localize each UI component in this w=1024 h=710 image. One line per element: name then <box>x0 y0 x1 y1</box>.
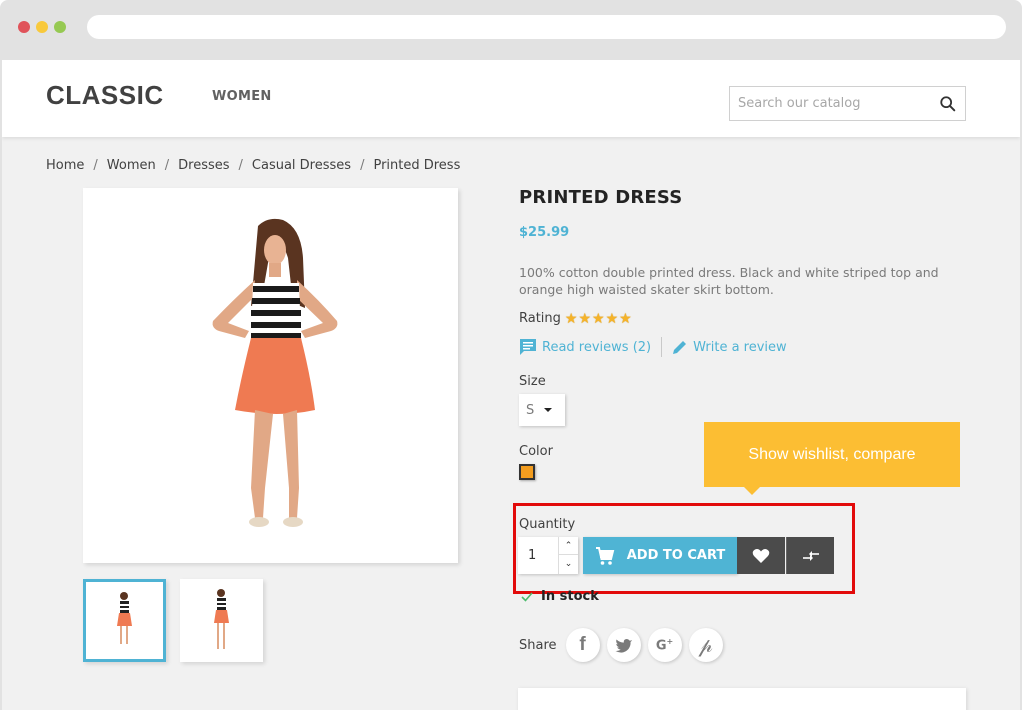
rating-label: Rating <box>519 311 561 326</box>
nav-item-women[interactable]: WOMEN <box>212 89 272 104</box>
model-figure-illustration <box>212 218 338 527</box>
check-icon <box>521 591 533 602</box>
quantity-input[interactable] <box>518 537 558 574</box>
striped-top <box>251 283 301 338</box>
facebook-share-button[interactable]: f <box>565 628 600 662</box>
breadcrumb-separator: / <box>164 158 170 173</box>
compare-arrows-icon <box>802 550 819 561</box>
product-description: 100% cotton double printed dress. Black … <box>519 265 939 297</box>
site-header: CLASSIC WOMEN <box>2 60 1020 137</box>
product-main-image[interactable] <box>83 188 458 563</box>
star-icon: ★ <box>564 310 578 327</box>
breadcrumb-current[interactable]: Printed Dress <box>373 158 460 173</box>
quantity-spinner: ⌃ ⌄ <box>558 537 578 574</box>
search-input[interactable] <box>738 87 938 120</box>
breadcrumb-women[interactable]: Women <box>107 158 156 173</box>
read-reviews-label: Read reviews (2) <box>542 339 652 355</box>
facebook-icon: f <box>579 634 586 655</box>
size-select[interactable]: S <box>519 394 565 426</box>
thumbnail-2[interactable] <box>180 579 263 662</box>
compare-button[interactable] <box>786 537 834 574</box>
quantity-increment-button[interactable]: ⌃ <box>559 537 578 555</box>
star-icon: ★ <box>619 310 632 327</box>
quantity-stepper: ⌃ ⌄ <box>518 537 578 574</box>
breadcrumb-home[interactable]: Home <box>46 158 84 173</box>
search-icon[interactable] <box>939 95 957 113</box>
cart-icon <box>595 546 615 565</box>
thumbnail-1[interactable] <box>83 579 166 662</box>
add-to-cart-label: ADD TO CART <box>626 548 726 563</box>
pinterest-icon: 𝓅 <box>698 633 713 657</box>
stock-status-label: In stock <box>541 589 599 604</box>
share-section: Share f G+ 𝓅 <box>519 628 723 662</box>
quantity-decrement-button[interactable]: ⌄ <box>559 555 578 573</box>
close-dot[interactable] <box>18 21 30 33</box>
info-card <box>518 688 966 710</box>
product-title: PRINTED DRESS <box>519 187 683 208</box>
star-icon: ★ <box>592 310 605 327</box>
divider <box>661 337 663 357</box>
pinterest-share-button[interactable]: 𝓅 <box>688 628 723 662</box>
thumbnail-figure-illustration <box>214 589 229 649</box>
breadcrumb-separator: / <box>360 158 365 173</box>
read-reviews-link[interactable]: Read reviews (2) <box>519 338 651 356</box>
window-controls <box>18 21 66 33</box>
quantity-label: Quantity <box>519 517 576 532</box>
size-label: Size <box>519 374 546 389</box>
twitter-share-button[interactable] <box>606 628 641 662</box>
wishlist-button[interactable] <box>737 537 785 574</box>
breadcrumb-dresses[interactable]: Dresses <box>178 158 229 173</box>
page: CLASSIC WOMEN Home / Women / Dresses / C… <box>2 60 1020 710</box>
tooltip: Show wishlist, compare <box>704 422 960 495</box>
breadcrumb-casual-dresses[interactable]: Casual Dresses <box>252 158 351 173</box>
maximize-dot[interactable] <box>54 21 66 33</box>
star-icon: ★ <box>578 310 592 327</box>
share-label: Share <box>519 637 557 653</box>
product-rating: Rating ★ ★ ★ ★ ★ <box>519 311 632 326</box>
size-value: S <box>526 402 535 418</box>
write-review-link[interactable]: Write a review <box>672 339 787 355</box>
breadcrumb: Home / Women / Dresses / Casual Dresses … <box>46 158 460 173</box>
pencil-icon <box>673 341 687 354</box>
thumbnail-figure-illustration <box>117 592 132 644</box>
google-plus-share-button[interactable]: G+ <box>647 628 682 662</box>
stock-status: In stock <box>521 589 599 604</box>
color-label: Color <box>519 444 553 459</box>
breadcrumb-separator: / <box>93 158 98 173</box>
logo[interactable]: CLASSIC <box>46 80 164 111</box>
search-box <box>729 86 966 121</box>
caret-down-icon <box>544 408 553 412</box>
write-review-label: Write a review <box>693 339 787 355</box>
comment-icon <box>520 339 536 355</box>
color-swatch-orange[interactable] <box>519 464 535 480</box>
address-bar[interactable] <box>87 15 1006 39</box>
heart-icon <box>752 548 770 563</box>
breadcrumb-separator: / <box>238 158 243 173</box>
browser-window: CLASSIC WOMEN Home / Women / Dresses / C… <box>0 0 1022 710</box>
product-price: $25.99 <box>519 225 570 240</box>
minimize-dot[interactable] <box>36 21 48 33</box>
star-icon: ★ <box>605 310 619 327</box>
add-to-cart-button[interactable]: ADD TO CART <box>583 537 737 574</box>
rating-stars: ★ ★ ★ ★ ★ <box>565 312 632 326</box>
google-plus-icon: G+ <box>655 636 674 654</box>
twitter-icon <box>615 638 632 653</box>
reviews-links: Read reviews (2) Write a review <box>519 337 787 357</box>
